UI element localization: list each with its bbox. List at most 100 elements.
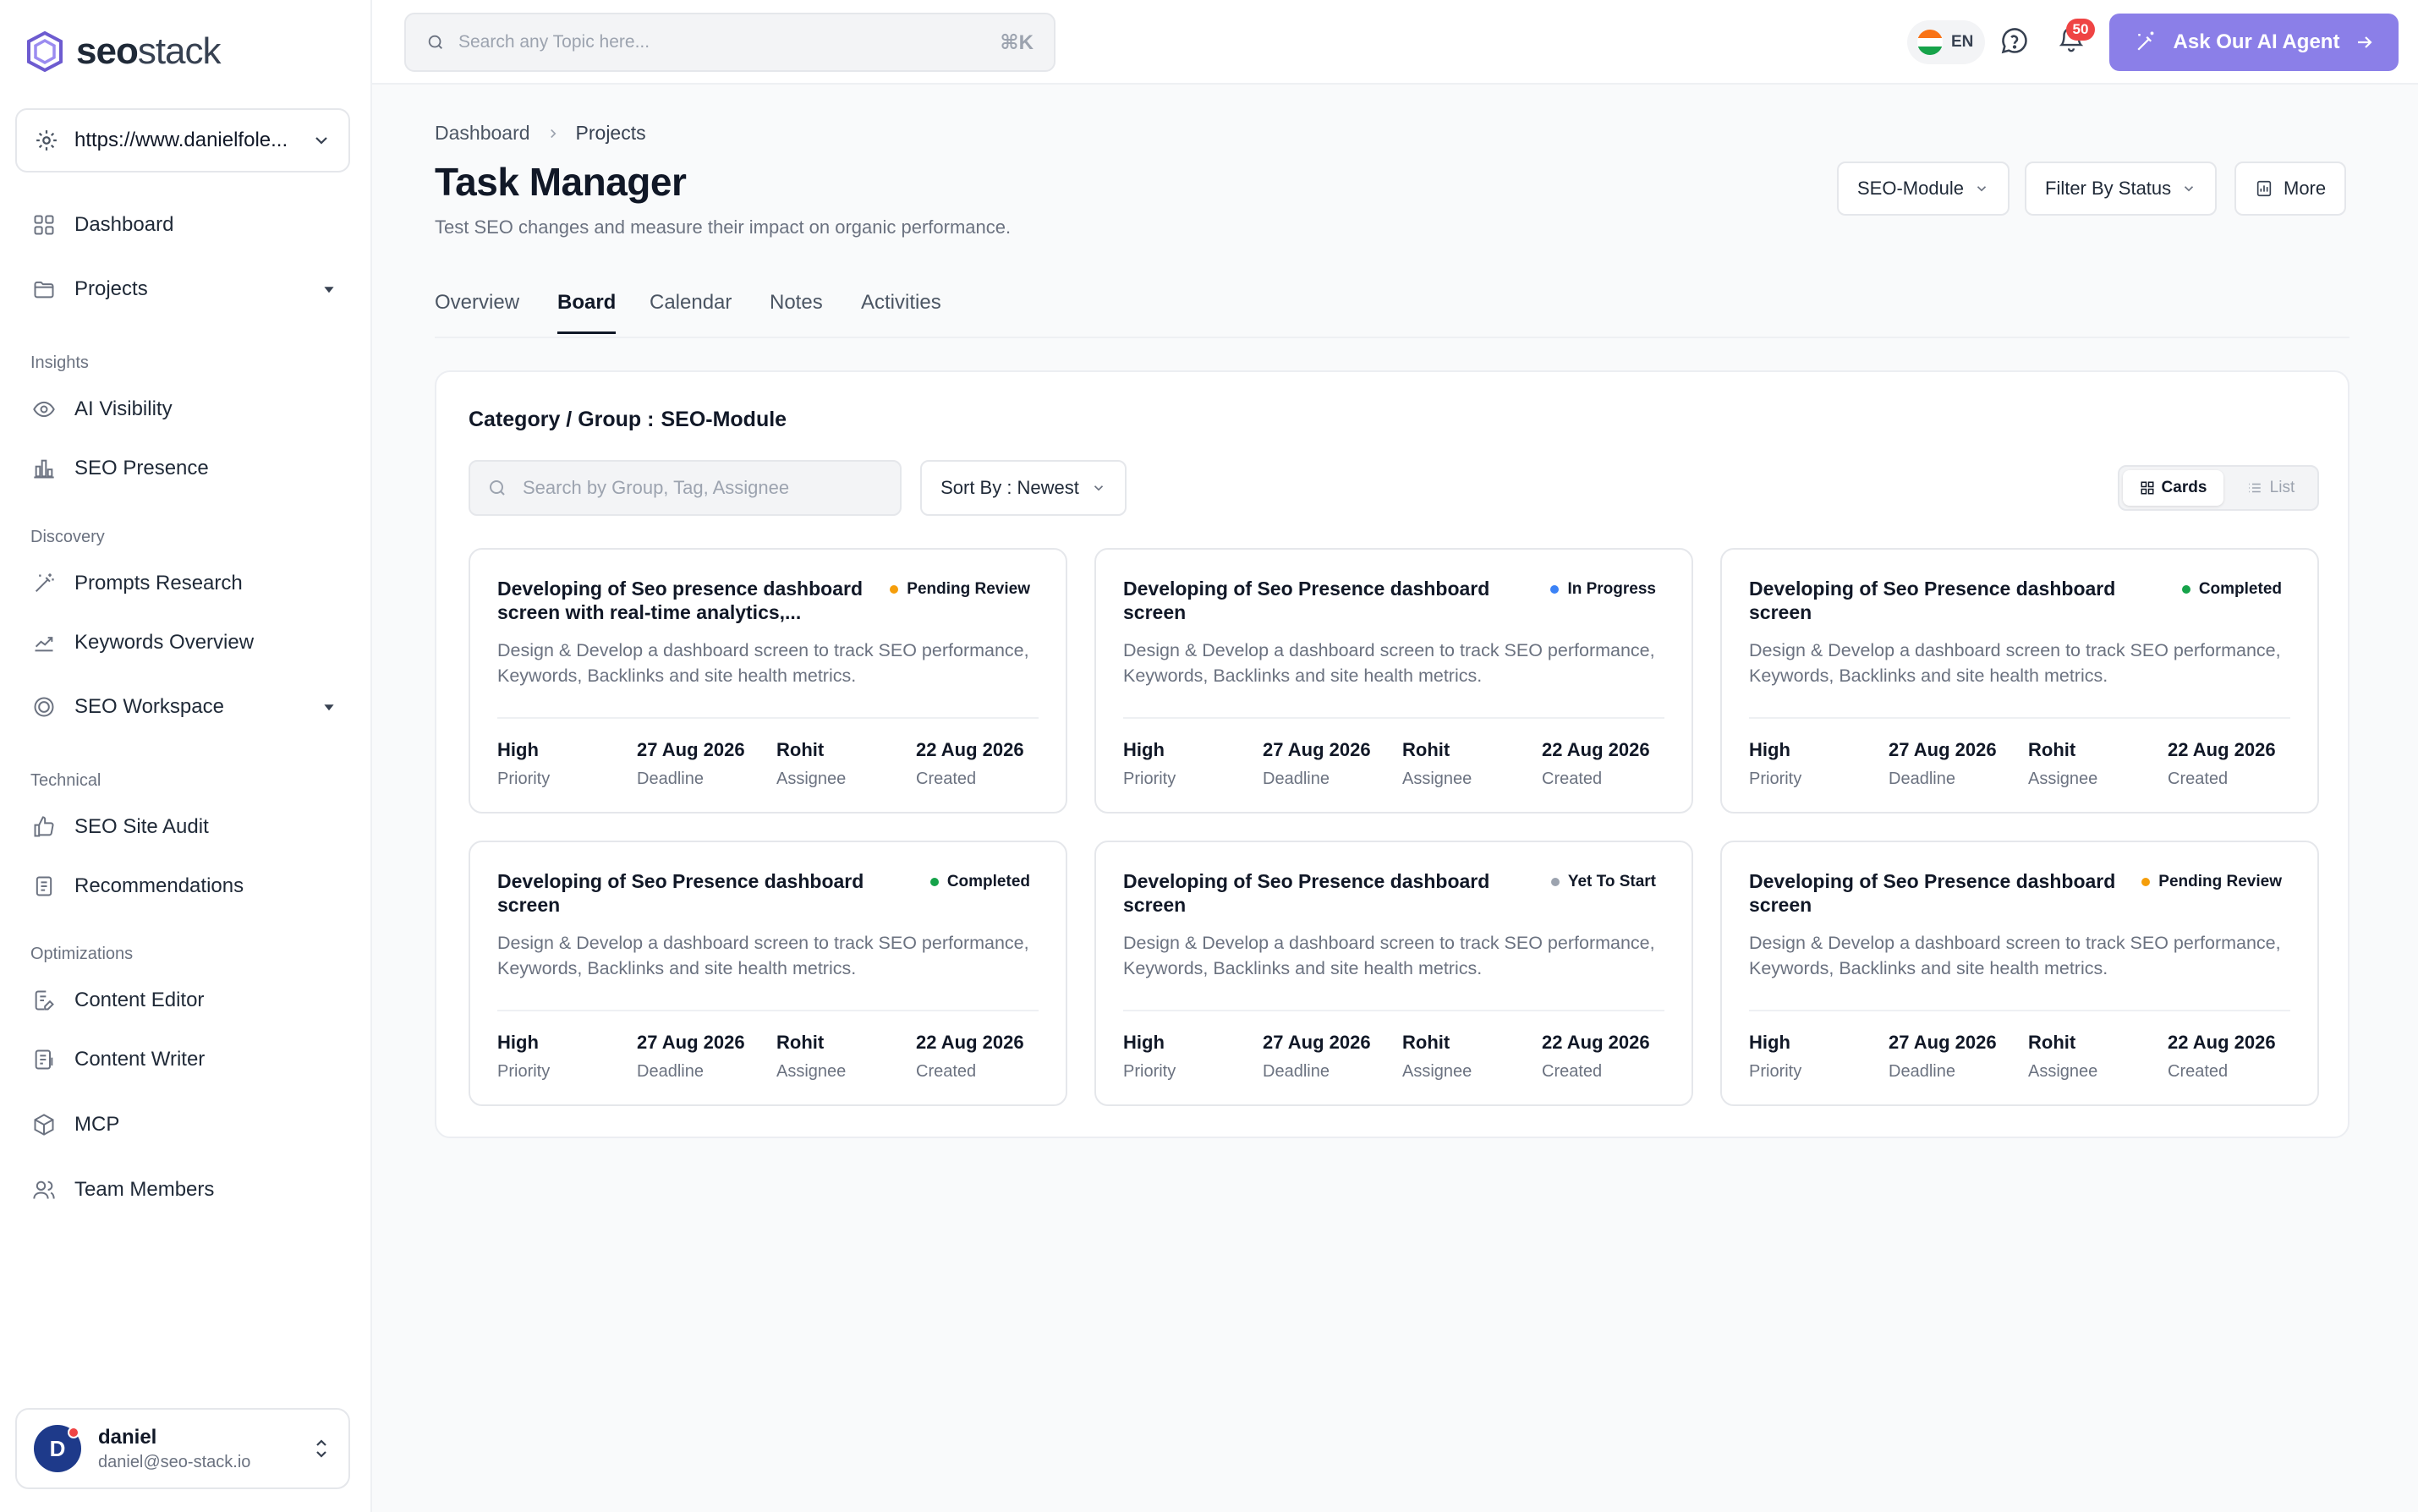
filter-status-dropdown[interactable]: Filter By Status [2025, 162, 2218, 216]
status-dot [2181, 585, 2190, 594]
keyboard-shortcut: ⌘K [1000, 30, 1034, 54]
list-view-button[interactable]: List [2227, 470, 2314, 506]
card-divider [1749, 1010, 2290, 1011]
global-search-input[interactable]: Search any Topic here... ⌘K [404, 13, 1055, 72]
deadline-field: 27 Aug 2026 Deadline [1889, 1032, 1997, 1081]
status-dot [929, 878, 939, 886]
ai-button-label: Ask Our AI Agent [2173, 30, 2340, 53]
seostack-logo-icon [27, 30, 63, 73]
caret-down-icon [324, 704, 334, 711]
sidebar-item-projects[interactable]: Projects [30, 276, 335, 303]
sidebar-item-label: Prompts Research [74, 572, 243, 594]
help-icon[interactable] [1999, 25, 2030, 56]
assignee-field: Rohit Assignee [1402, 1032, 1472, 1081]
assignee-field: Rohit Assignee [776, 739, 847, 788]
task-card[interactable]: Developing of Seo Presence dashboard scr… [1094, 548, 1693, 814]
category-value: SEO-Module [661, 408, 787, 431]
brand-logo[interactable]: seostack [25, 30, 222, 73]
created-field: 22 Aug 2026 Created [916, 1032, 1024, 1081]
folder-icon [30, 276, 58, 303]
cards-view-button[interactable]: Cards [2123, 470, 2223, 506]
more-button[interactable]: More [2234, 162, 2347, 216]
task-description: Design & Develop a dashboard screen to t… [1749, 640, 2281, 687]
board-search-input[interactable]: Search by Group, Tag, Assignee [469, 460, 902, 516]
task-card[interactable]: Developing of Seo Presence dashboard scr… [1094, 841, 1693, 1106]
report-icon [2256, 180, 2272, 197]
task-card[interactable]: Developing of Seo presence dashboard scr… [469, 548, 1067, 814]
trend-chart-icon [30, 629, 58, 656]
notification-badge: 50 [2066, 19, 2095, 41]
priority-field: High Priority [497, 739, 551, 788]
module-dropdown[interactable]: SEO-Module [1837, 162, 2010, 216]
task-card[interactable]: Developing of Seo Presence dashboard scr… [1720, 548, 2319, 814]
sidebar-item-prompts-research[interactable]: Prompts Research [30, 570, 335, 597]
user-menu[interactable]: D daniel daniel@seo-stack.io [15, 1408, 350, 1489]
sidebar-item-seo-workspace[interactable]: SEO Workspace [30, 693, 335, 720]
list-icon [2248, 483, 2261, 493]
task-title: Developing of Seo Presence dashboard scr… [497, 870, 864, 917]
gear-icon [36, 130, 57, 151]
breadcrumb-current: Projects [575, 122, 646, 144]
more-button-label: More [2284, 178, 2327, 199]
sidebar-item-ai-visibility[interactable]: AI Visibility [30, 396, 335, 423]
created-field: 22 Aug 2026 Created [1542, 739, 1650, 788]
sidebar-item-label: SEO Site Audit [74, 815, 209, 838]
language-selector[interactable]: EN [1907, 20, 1985, 64]
sidebar-item-label: Keywords Overview [74, 631, 255, 654]
task-title: Developing of Seo Presence dashboard scr… [1123, 578, 1490, 624]
sidebar-item-keywords-overview[interactable]: Keywords Overview [30, 629, 335, 656]
sidebar-item-seo-site-audit[interactable]: SEO Site Audit [30, 814, 335, 841]
task-card[interactable]: Developing of Seo Presence dashboard scr… [469, 841, 1067, 1106]
sidebar-item-seo-presence[interactable]: SEO Presence [30, 455, 335, 482]
status-badge: Yet To Start [1550, 873, 1656, 891]
search-placeholder: Search any Topic here... [458, 32, 650, 52]
user-name: daniel [98, 1425, 157, 1449]
priority-field: High Priority [1123, 739, 1176, 788]
ask-ai-agent-button[interactable]: Ask Our AI Agent [2109, 14, 2399, 71]
sidebar-item-label: SEO Workspace [74, 695, 224, 718]
sidebar-item-team-members[interactable]: Team Members [30, 1176, 335, 1203]
chevron-right-icon [550, 129, 556, 138]
sidebar-item-label: AI Visibility [74, 397, 173, 420]
document-list-icon [30, 873, 58, 900]
sidebar-item-label: Content Writer [74, 1048, 206, 1071]
task-title: Developing of Seo presence dashboard scr… [497, 578, 863, 624]
india-flag-icon [1917, 30, 1943, 55]
task-description: Design & Develop a dashboard screen to t… [497, 933, 1029, 979]
deadline-field: 27 Aug 2026 Deadline [1889, 739, 1997, 788]
sidebar-item-content-writer[interactable]: Content Writer [30, 1046, 335, 1073]
priority-field: High Priority [1123, 1032, 1176, 1081]
task-card[interactable]: Developing of Seo Presence dashboard scr… [1720, 841, 2319, 1106]
tab-board[interactable]: Board [557, 291, 617, 334]
user-email: daniel@seo-stack.io [98, 1452, 251, 1471]
breadcrumb-root[interactable]: Dashboard [435, 122, 530, 145]
nav-section-insights: Insights [30, 353, 89, 372]
grid-icon [2141, 481, 2154, 495]
sort-label: Sort By : Newest [940, 477, 1079, 498]
tab-calendar[interactable]: Calendar [650, 291, 732, 331]
sidebar-item-recommendations[interactable]: Recommendations [30, 873, 335, 900]
chevron-up-down-icon [316, 1439, 326, 1458]
sidebar-item-content-editor[interactable]: Content Editor [30, 987, 335, 1014]
sidebar-item-mcp[interactable]: MCP [30, 1111, 335, 1138]
status-badge: In Progress [1550, 580, 1656, 599]
page-subtitle: Test SEO changes and measure their impac… [435, 216, 1012, 238]
created-field: 22 Aug 2026 Created [2168, 739, 2276, 788]
tab-activities[interactable]: Activities [861, 291, 941, 331]
view-tabs: Overview Board Calendar Notes Activities [435, 288, 2349, 338]
sidebar-item-label: Team Members [74, 1178, 215, 1201]
assignee-field: Rohit Assignee [2028, 739, 2098, 788]
site-selector[interactable]: https://www.danielfole... [15, 108, 350, 173]
sidebar-item-dashboard[interactable]: Dashboard [30, 211, 335, 238]
write-document-icon [30, 1046, 58, 1073]
tab-overview[interactable]: Overview [435, 291, 519, 331]
card-divider [497, 1010, 1039, 1011]
status-dot [890, 585, 899, 594]
filter-dropdown-label: Filter By Status [2045, 178, 2172, 199]
status-badge: Pending Review [890, 580, 1030, 599]
priority-field: High Priority [497, 1032, 551, 1081]
sort-dropdown[interactable]: Sort By : Newest [920, 460, 1127, 516]
search-icon [490, 480, 505, 496]
card-divider [1749, 717, 2290, 719]
tab-notes[interactable]: Notes [770, 291, 823, 331]
